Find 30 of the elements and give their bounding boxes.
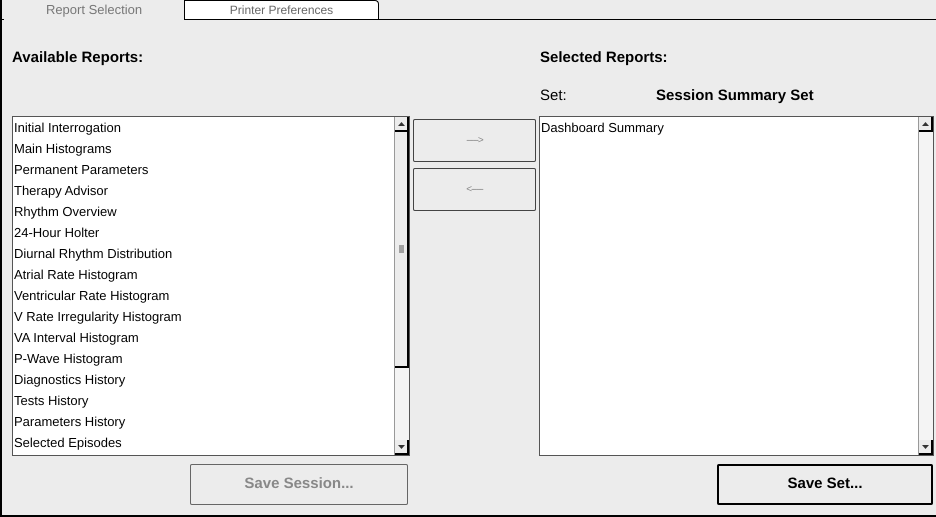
list-item[interactable]: Permanent Parameters bbox=[13, 159, 394, 180]
list-item[interactable]: Diurnal Rhythm Distribution bbox=[13, 243, 394, 264]
list-item[interactable]: Diagnostics History bbox=[13, 369, 394, 390]
panel-title: Selected Reports: bbox=[540, 48, 668, 68]
list-item[interactable]: Selected Episodes bbox=[13, 432, 394, 453]
scroll-up-icon[interactable] bbox=[395, 117, 409, 132]
list-item[interactable]: Parameters History bbox=[13, 411, 394, 432]
set-label: Set: bbox=[540, 86, 568, 106]
scroll-down-icon[interactable] bbox=[395, 440, 409, 455]
scroll-thumb[interactable] bbox=[395, 132, 409, 368]
list-item[interactable]: V Rate Irregularity Histogram bbox=[13, 306, 394, 327]
list-item[interactable]: Dashboard Summary bbox=[540, 117, 918, 138]
panel-title: Available Reports: bbox=[12, 48, 144, 68]
scroll-up-icon[interactable] bbox=[919, 117, 933, 132]
scroll-down-icon[interactable] bbox=[919, 440, 933, 455]
list-item[interactable]: Main Histograms bbox=[13, 138, 394, 159]
list-item[interactable]: Tests History bbox=[13, 390, 394, 411]
list-item[interactable]: Therapy Advisor bbox=[13, 180, 394, 201]
list-item[interactable]: VA Interval Histogram bbox=[13, 327, 394, 348]
scrollbar[interactable] bbox=[918, 117, 933, 455]
tab[interactable]: Printer Preferences bbox=[184, 0, 379, 19]
list-item[interactable]: P-Wave Histogram bbox=[13, 348, 394, 369]
save-button[interactable]: Save Set... bbox=[717, 464, 933, 505]
list-item[interactable]: Ventricular Rate Histogram bbox=[13, 285, 394, 306]
scrollbar[interactable] bbox=[394, 117, 409, 455]
list-item[interactable]: Rhythm Overview bbox=[13, 201, 394, 222]
list-item[interactable]: Atrial Rate Histogram bbox=[13, 264, 394, 285]
set-name: Session Summary Set bbox=[656, 86, 814, 106]
list-item[interactable]: Initial Interrogation bbox=[13, 117, 394, 138]
list-item[interactable]: 24-Hour Holter bbox=[13, 222, 394, 243]
